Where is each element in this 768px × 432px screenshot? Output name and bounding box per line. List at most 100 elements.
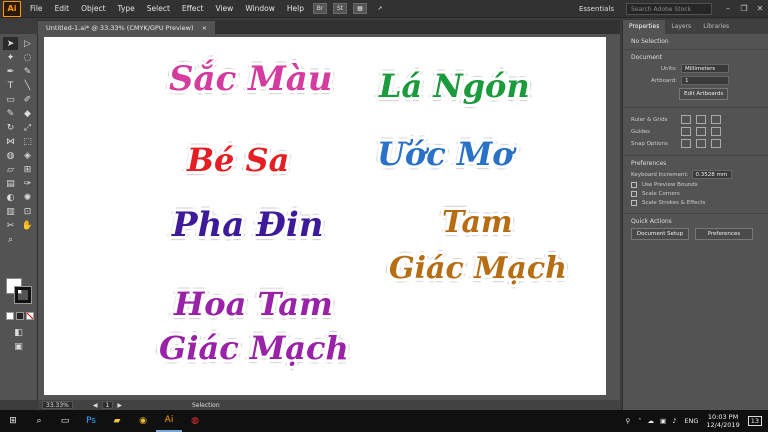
menu-file[interactable]: File <box>24 4 49 13</box>
artwork-text-pha-din[interactable]: Pha Đin <box>172 205 324 245</box>
none-mode-icon[interactable] <box>26 312 34 320</box>
windows-start-icon[interactable]: ⊞ <box>0 410 26 432</box>
pen-tool-icon[interactable]: ✒ <box>3 65 18 78</box>
maximize-button[interactable]: ❐ <box>736 4 752 13</box>
document-setup-button[interactable]: Document Setup <box>631 228 689 240</box>
smart-guides-icon[interactable] <box>711 127 721 136</box>
zoom-tool-icon[interactable]: ⌕ <box>3 233 18 246</box>
shaper-tool-icon[interactable]: ✎ <box>3 107 18 120</box>
network-icon[interactable]: ▣ <box>660 417 666 425</box>
workspace-switcher[interactable]: Essentials <box>579 5 614 13</box>
artwork-text-sac-mau[interactable]: Sắc Màu <box>169 59 333 99</box>
person-icon[interactable]: ⚲ <box>626 417 631 425</box>
perspective-grid-icon[interactable]: ▱ <box>3 163 18 176</box>
onedrive-icon[interactable]: ☁ <box>648 417 655 425</box>
app-with-badge-icon[interactable]: ◍ <box>182 410 208 432</box>
lock-guides-icon[interactable] <box>696 127 706 136</box>
shape-builder-icon[interactable]: ◍ <box>3 149 18 162</box>
eraser-icon[interactable]: ◆ <box>20 107 35 120</box>
language-indicator[interactable]: ENG <box>684 417 698 425</box>
symbol-sprayer-icon[interactable]: ✺ <box>20 191 35 204</box>
hand-tool-icon[interactable]: ✋ <box>20 219 35 232</box>
magic-wand-icon[interactable]: ✦ <box>3 51 18 64</box>
snap-to-pixel-icon[interactable] <box>711 139 721 148</box>
photoshop-icon[interactable]: Ps <box>78 410 104 432</box>
minimize-button[interactable]: – <box>720 4 736 13</box>
next-artboard-icon[interactable]: ▶ <box>117 402 122 409</box>
ruler-icon[interactable] <box>681 115 691 124</box>
rotate-tool-icon[interactable]: ↻ <box>3 121 18 134</box>
bridge-icon[interactable]: Br <box>313 3 327 14</box>
curvature-tool-icon[interactable]: ✎ <box>20 65 35 78</box>
chevron-up-icon[interactable]: ˄ <box>638 417 641 425</box>
arrange-documents-icon[interactable]: ▦ <box>353 3 367 14</box>
stroke-swatch[interactable] <box>14 286 32 304</box>
menu-object[interactable]: Object <box>75 4 111 13</box>
transparency-grid-icon[interactable] <box>711 115 721 124</box>
notification-badge[interactable]: 13 <box>747 416 762 426</box>
menu-view[interactable]: View <box>210 4 240 13</box>
artboard[interactable]: Sắc Màu Lá Ngón Bé Sa Ước Mơ Pha Đin Tam… <box>44 37 606 395</box>
stock-icon[interactable]: St <box>333 3 347 14</box>
artboard-tool-icon[interactable]: ⊡ <box>20 205 35 218</box>
search-icon[interactable]: ⌕ <box>26 410 52 432</box>
stock-search-input[interactable]: Search Adobe Stock <box>626 2 712 15</box>
artboard-dropdown[interactable]: 1 <box>681 76 729 85</box>
canvas-area[interactable]: Sắc Màu Lá Ngón Bé Sa Ước Mơ Pha Đin Tam… <box>38 34 620 400</box>
paintbrush-icon[interactable]: ✐ <box>20 93 35 106</box>
snap-to-grid-icon[interactable] <box>696 139 706 148</box>
screen-mode-icon[interactable]: ▣ <box>11 340 26 353</box>
preferences-button[interactable]: Preferences <box>695 228 753 240</box>
graph-tool-icon[interactable]: ▥ <box>3 205 18 218</box>
edit-artboards-button[interactable]: Edit Artboards <box>679 88 729 100</box>
color-mode-icon[interactable] <box>6 312 14 320</box>
width-tool-icon[interactable]: ⋈ <box>3 135 18 148</box>
units-dropdown[interactable]: Millimeters <box>681 64 729 73</box>
artwork-text-giac-mach-2[interactable]: Giác Mạch <box>159 329 349 367</box>
chrome-icon[interactable]: ◉ <box>130 410 156 432</box>
use-preview-bounds-checkbox[interactable] <box>631 182 637 188</box>
keyboard-increment-input[interactable]: 0.3528 mm <box>691 170 732 179</box>
mesh-tool-icon[interactable]: ⊞ <box>20 163 35 176</box>
gradient-mode-icon[interactable] <box>16 312 24 320</box>
artwork-text-be-sa[interactable]: Bé Sa <box>187 141 290 179</box>
menu-effect[interactable]: Effect <box>176 4 210 13</box>
menu-window[interactable]: Window <box>239 4 281 13</box>
free-transform-icon[interactable]: ⬚ <box>20 135 35 148</box>
document-tab[interactable]: Untitled-1.ai* @ 33.33% (CMYK/GPU Previe… <box>38 21 216 34</box>
artwork-text-giac-mach[interactable]: Giác Mạch <box>389 251 567 286</box>
artwork-text-tam[interactable]: Tam <box>442 205 513 240</box>
artwork-text-uoc-mo[interactable]: Ước Mơ <box>377 135 514 173</box>
slice-tool-icon[interactable]: ✂ <box>3 219 18 232</box>
volume-icon[interactable]: ♪ <box>672 417 676 425</box>
scale-tool-icon[interactable]: ⤢ <box>20 121 35 134</box>
drawing-modes-icon[interactable]: ◧ <box>11 326 26 339</box>
show-guides-icon[interactable] <box>681 127 691 136</box>
clock[interactable]: 10:03 PM 12/4/2019 <box>706 413 739 429</box>
zoom-field[interactable]: 33.33% <box>42 401 73 409</box>
scale-corners-checkbox[interactable] <box>631 191 637 197</box>
artwork-text-hoa-tam[interactable]: Hoa Tam <box>174 285 333 323</box>
selection-tool-icon[interactable]: ➤ <box>3 37 18 50</box>
menu-type[interactable]: Type <box>112 4 141 13</box>
snap-to-point-icon[interactable] <box>681 139 691 148</box>
tab-properties[interactable]: Properties <box>623 20 666 34</box>
menu-edit[interactable]: Edit <box>49 4 76 13</box>
document-tab-close[interactable]: × <box>202 24 207 32</box>
direct-selection-tool-icon[interactable]: ▷ <box>20 37 35 50</box>
prev-artboard-icon[interactable]: ◀ <box>93 402 98 409</box>
gradient-tool-icon[interactable]: ▤ <box>3 177 18 190</box>
task-view-icon[interactable]: ▭ <box>52 410 78 432</box>
blend-tool-icon[interactable]: ◐ <box>3 191 18 204</box>
grid-icon[interactable] <box>696 115 706 124</box>
tab-layers[interactable]: Layers <box>665 20 697 34</box>
scale-strokes-checkbox[interactable] <box>631 200 637 206</box>
rectangle-tool-icon[interactable]: ▭ <box>3 93 18 106</box>
live-paint-icon[interactable]: ◈ <box>20 149 35 162</box>
tab-libraries[interactable]: Libraries <box>697 20 735 34</box>
artboard-navigation[interactable]: 1 <box>101 401 114 409</box>
close-button[interactable]: ✕ <box>752 4 768 13</box>
menu-select[interactable]: Select <box>141 4 176 13</box>
line-tool-icon[interactable]: ╲ <box>20 79 35 92</box>
file-explorer-icon[interactable]: ▰ <box>104 410 130 432</box>
